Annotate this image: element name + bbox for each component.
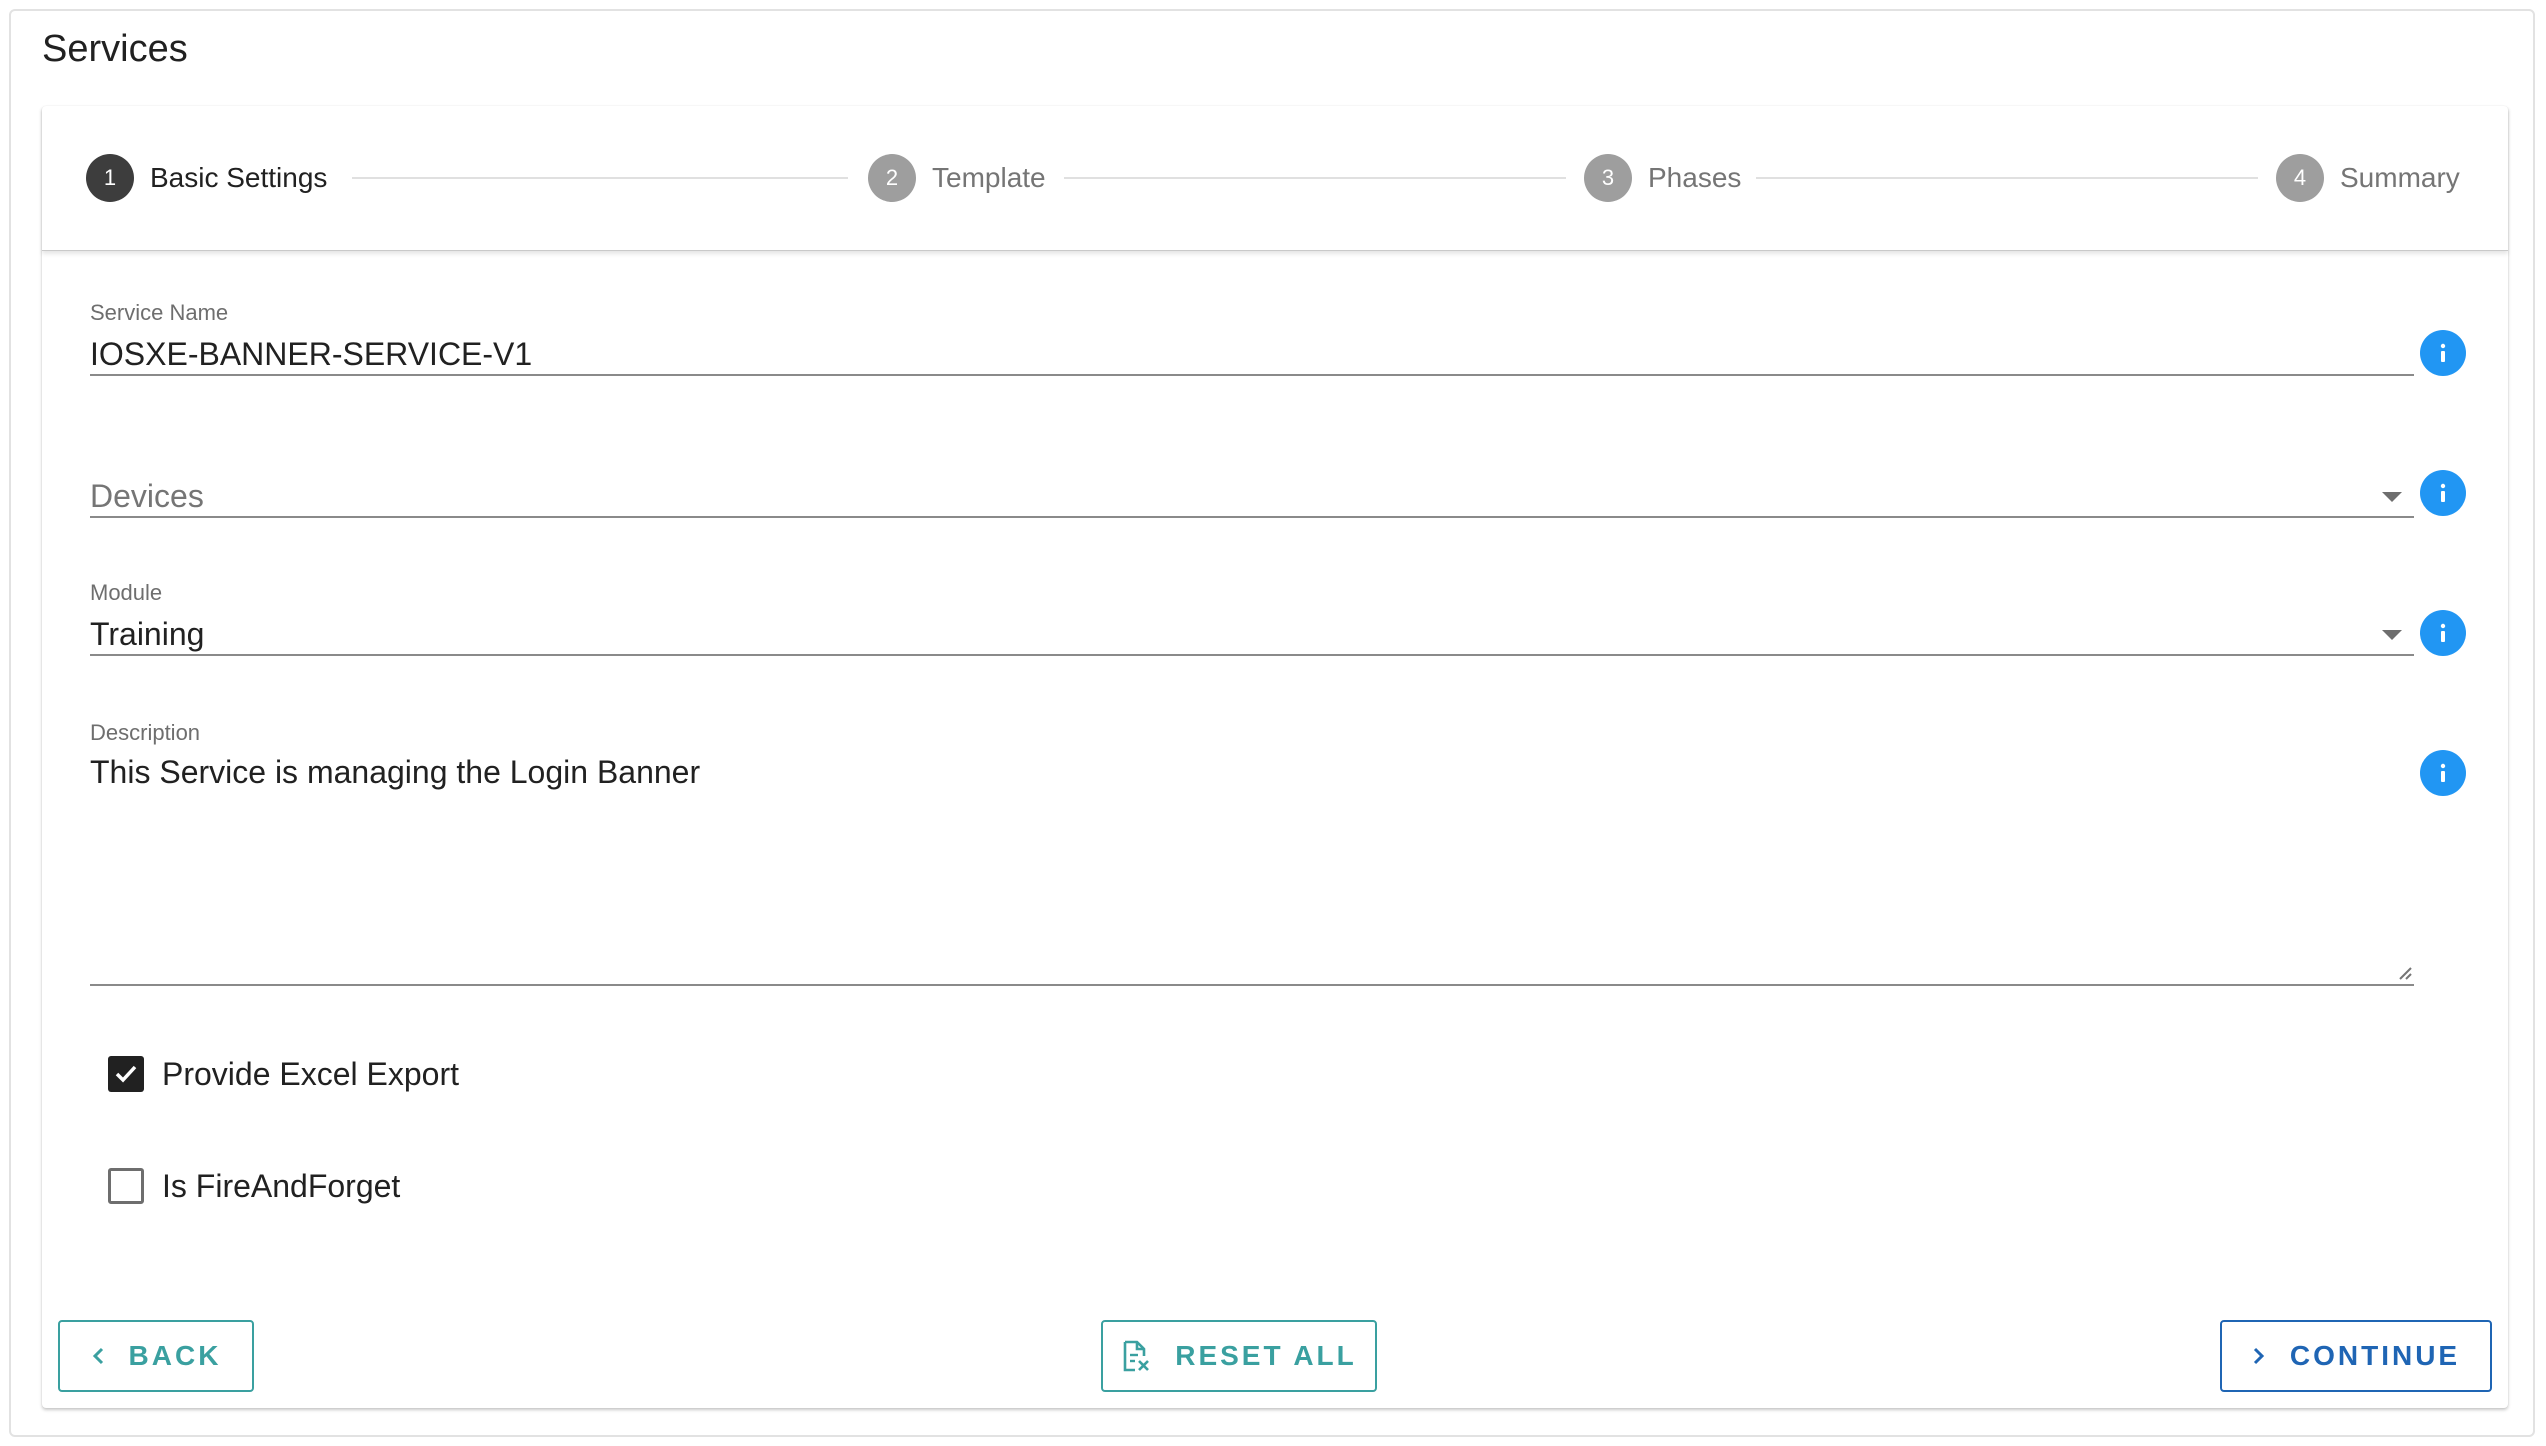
chevron-left-icon bbox=[91, 1346, 105, 1366]
step-label: Template bbox=[932, 162, 1046, 193]
devices-info-icon[interactable] bbox=[2420, 470, 2466, 516]
step-summary[interactable]: 4 Summary bbox=[2276, 154, 2460, 202]
service-name-input[interactable]: IOSXE-BANNER-SERVICE-V1 bbox=[90, 336, 532, 373]
description-label: Description bbox=[90, 720, 201, 745]
provide-excel-export-row[interactable]: Provide Excel Export bbox=[108, 1054, 459, 1094]
devices-underline bbox=[90, 516, 2414, 518]
description-info-icon[interactable] bbox=[2420, 750, 2466, 796]
chevron-right-icon bbox=[2252, 1346, 2266, 1366]
chevron-down-icon bbox=[2382, 492, 2402, 502]
resize-handle-icon[interactable] bbox=[2396, 964, 2412, 980]
devices-select[interactable]: Devices bbox=[90, 436, 2414, 526]
module-select[interactable]: Module Training bbox=[90, 574, 2414, 664]
step-label: Basic Settings bbox=[150, 162, 328, 193]
step-connector bbox=[352, 177, 848, 179]
step-label: Summary bbox=[2340, 162, 2460, 193]
page-title: Services bbox=[42, 28, 188, 70]
description-field[interactable]: Description This Service is managing the… bbox=[90, 714, 2414, 994]
service-name-label: Service Name bbox=[90, 300, 229, 325]
provide-excel-export-label: Provide Excel Export bbox=[162, 1055, 460, 1092]
step-label: Phases bbox=[1648, 162, 1742, 193]
step-number-badge: 3 bbox=[1584, 154, 1632, 202]
is-fire-and-forget-checkbox[interactable] bbox=[108, 1168, 144, 1204]
module-info-icon[interactable] bbox=[2420, 610, 2466, 656]
module-label: Module bbox=[90, 580, 163, 605]
step-template[interactable]: 2 Template bbox=[868, 154, 1046, 202]
document-clear-icon bbox=[1121, 1340, 1151, 1372]
continue-button[interactable]: CONTINUE bbox=[2220, 1320, 2492, 1392]
service-name-underline bbox=[90, 374, 2414, 376]
is-fire-and-forget-label: Is FireAndForget bbox=[162, 1167, 401, 1204]
description-textarea[interactable]: This Service is managing the Login Banne… bbox=[90, 754, 700, 791]
module-underline bbox=[90, 654, 2414, 656]
module-value: Training bbox=[90, 616, 205, 652]
step-basic-settings[interactable]: 1 Basic Settings bbox=[86, 154, 327, 202]
step-number-badge: 2 bbox=[868, 154, 916, 202]
stepper-card: 1 Basic Settings 2 Template 3 Phases 4 S… bbox=[42, 106, 2508, 1408]
description-underline bbox=[90, 984, 2414, 986]
back-button-label: BACK bbox=[128, 1340, 222, 1371]
provide-excel-export-checkbox[interactable] bbox=[108, 1056, 144, 1092]
devices-placeholder: Devices bbox=[90, 478, 204, 514]
service-name-info-icon[interactable] bbox=[2420, 330, 2466, 376]
reset-all-button[interactable]: RESET ALL bbox=[1101, 1320, 1377, 1392]
back-button[interactable]: BACK bbox=[58, 1320, 254, 1392]
step-phases[interactable]: 3 Phases bbox=[1584, 154, 1741, 202]
reset-all-button-label: RESET ALL bbox=[1175, 1340, 1357, 1371]
chevron-down-icon bbox=[2382, 630, 2402, 640]
step-number-badge: 4 bbox=[2276, 154, 2324, 202]
step-connector bbox=[1756, 177, 2258, 179]
continue-button-label: CONTINUE bbox=[2289, 1340, 2461, 1371]
step-number-badge: 1 bbox=[86, 154, 134, 202]
checkmark-icon bbox=[115, 1065, 137, 1083]
stepper-header: 1 Basic Settings 2 Template 3 Phases 4 S… bbox=[42, 106, 2508, 251]
step-connector bbox=[1064, 177, 1566, 179]
service-name-field[interactable]: Service Name IOSXE-BANNER-SERVICE-V1 bbox=[90, 294, 2414, 384]
is-fire-and-forget-row[interactable]: Is FireAndForget bbox=[108, 1166, 400, 1206]
